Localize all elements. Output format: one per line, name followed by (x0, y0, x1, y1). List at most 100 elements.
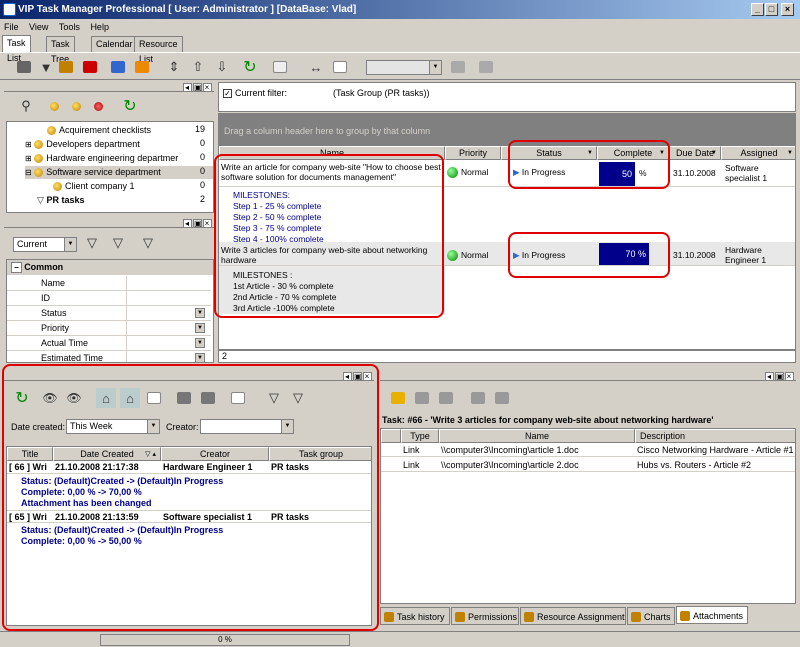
tree-item-selected[interactable]: ⊟ Software service department (25, 166, 213, 179)
panel-menu-icon[interactable]: ◂ (183, 83, 192, 92)
pin-icon[interactable]: ▣ (193, 219, 202, 228)
menu-view[interactable]: View (25, 19, 52, 35)
col-description[interactable]: Description (635, 429, 795, 443)
edit-icon[interactable] (174, 388, 194, 408)
tab-charts[interactable]: Charts (627, 607, 675, 625)
col-assigned[interactable]: Assigned ▼ (721, 146, 795, 160)
refresh-tree-icon[interactable]: ↻ (120, 96, 140, 116)
view-icon[interactable]: 👁 (40, 388, 60, 408)
col-type[interactable]: Type (401, 429, 439, 443)
col-due-date[interactable]: Due Date ▼ (669, 146, 721, 160)
delete-group-icon[interactable] (90, 96, 110, 116)
tree-item[interactable]: ⊞ Hardware engineering departmer (25, 152, 178, 165)
chevron-down-icon[interactable]: ▼ (195, 353, 205, 362)
history-row[interactable]: [ 65 ] Wri 21.10.2008 21:13:59 Software … (7, 510, 371, 523)
move-up-icon[interactable]: ⇧ (188, 57, 208, 77)
group-by-area[interactable]: Drag a column header here to group by th… (218, 113, 796, 145)
save-attachment-icon[interactable] (468, 388, 488, 408)
open-attachment-icon[interactable] (436, 388, 456, 408)
import-icon[interactable] (476, 57, 496, 77)
task-properties-icon[interactable] (108, 57, 128, 77)
delete-attachment-icon[interactable] (492, 388, 512, 408)
col-status[interactable]: Status ▼ (501, 146, 597, 160)
tab-attachments[interactable]: Attachments (676, 606, 748, 624)
close-panel-icon[interactable]: × (203, 219, 212, 228)
minimize-button[interactable]: _ (751, 3, 764, 16)
report-icon[interactable] (228, 388, 248, 408)
toolbar-combo[interactable]: ▼ (366, 60, 442, 75)
edit-task-icon[interactable] (56, 57, 76, 77)
col-name[interactable]: Name (439, 429, 635, 443)
export-icon[interactable] (448, 57, 468, 77)
col-priority[interactable]: Priority (445, 146, 501, 160)
add-attachment-icon[interactable] (388, 388, 408, 408)
property-row[interactable]: Actual Time ▼ (7, 336, 211, 351)
add-group-icon[interactable] (46, 96, 66, 116)
tab-task-history[interactable]: Task history (380, 607, 450, 625)
panel-menu-icon[interactable]: ◂ (183, 219, 192, 228)
attachment-row[interactable]: Link \\computer3\Incoming\article 2.doc … (381, 459, 795, 472)
panel-menu-icon[interactable]: ◂ (343, 372, 352, 381)
close-button[interactable]: × (781, 3, 794, 16)
close-panel-icon[interactable]: × (363, 372, 372, 381)
expand-columns-icon[interactable]: ↔ (306, 57, 326, 77)
tree-item[interactable]: ▽ PR tasks (37, 194, 84, 207)
pin-icon[interactable]: ▣ (775, 372, 784, 381)
menu-file[interactable]: File (0, 19, 23, 35)
close-panel-icon[interactable]: × (203, 83, 212, 92)
col-name[interactable]: Name (219, 146, 445, 160)
filter-icon[interactable]: ⚲ (16, 96, 36, 116)
property-row[interactable]: Name (7, 276, 211, 291)
panel-menu-icon[interactable]: ◂ (765, 372, 774, 381)
filter-icon[interactable]: ▽ (82, 233, 102, 253)
menu-tools[interactable]: Tools (55, 19, 84, 35)
tab-task-tree[interactable]: Task Tree (46, 36, 75, 64)
view-details-icon[interactable]: 👁 (64, 388, 84, 408)
chevron-down-icon[interactable]: ▼ (195, 338, 205, 348)
print-icon[interactable] (270, 57, 290, 77)
pin-icon[interactable]: ▣ (353, 372, 362, 381)
tab-resource-list[interactable]: Resource List (134, 36, 183, 64)
delete-icon[interactable] (198, 388, 218, 408)
col-task-group[interactable]: Task group (269, 447, 371, 461)
close-panel-icon[interactable]: × (785, 372, 794, 381)
filter-clear-icon[interactable]: ▽ (138, 233, 158, 253)
tree-item[interactable]: Acquirement checklists (47, 124, 151, 137)
tab-task-list[interactable]: Task List (2, 35, 31, 63)
task-action-icon[interactable] (132, 57, 152, 77)
filter-icon[interactable]: ▽ (264, 388, 284, 408)
date-created-select[interactable]: This Week ▼ (66, 419, 160, 434)
col-complete[interactable]: Complete ▼ (597, 146, 669, 160)
col-title[interactable]: Title (7, 447, 53, 461)
property-row[interactable]: Status ▼ (7, 306, 211, 321)
creator-select[interactable]: ▼ (200, 419, 294, 434)
property-row[interactable]: ID (7, 291, 211, 306)
col-date-created[interactable]: Date Created ▽ ▴ (53, 447, 161, 461)
property-row[interactable]: Estimated Time ▼ (7, 351, 211, 362)
filter-save-icon[interactable]: ▽ (108, 233, 128, 253)
menu-help[interactable]: Help (86, 19, 113, 35)
refresh-icon[interactable]: ↻ (12, 388, 32, 408)
property-row[interactable]: Priority ▼ (7, 321, 211, 336)
edit-attachment-icon[interactable] (412, 388, 432, 408)
delete-task-icon[interactable] (80, 57, 100, 77)
document-icon[interactable] (144, 388, 164, 408)
new-task-icon[interactable] (14, 57, 34, 77)
tab-permissions[interactable]: Permissions (451, 607, 519, 625)
home-icon[interactable]: ⌂ (96, 388, 116, 408)
pin-icon[interactable]: ▣ (193, 83, 202, 92)
tree-item[interactable]: Client company 1 (53, 180, 135, 193)
report-icon[interactable] (330, 57, 350, 77)
col-creator[interactable]: Creator (161, 447, 269, 461)
filter-checkbox[interactable]: ✓ (223, 89, 232, 98)
move-down-icon[interactable]: ⇩ (212, 57, 232, 77)
chevron-down-icon[interactable]: ▼ (195, 323, 205, 333)
view-select[interactable]: Current ▼ (13, 237, 77, 252)
tree-item[interactable]: ⊞ Developers department (25, 138, 140, 151)
chevron-down-icon[interactable]: ▼ (195, 308, 205, 318)
move-updown-icon[interactable]: ⇕ (164, 57, 184, 77)
attachment-row[interactable]: Link \\computer3\Incoming\article 1.doc … (381, 444, 795, 457)
home-alt-icon[interactable]: ⌂ (120, 388, 140, 408)
maximize-button[interactable]: □ (765, 3, 778, 16)
edit-group-icon[interactable] (68, 96, 88, 116)
